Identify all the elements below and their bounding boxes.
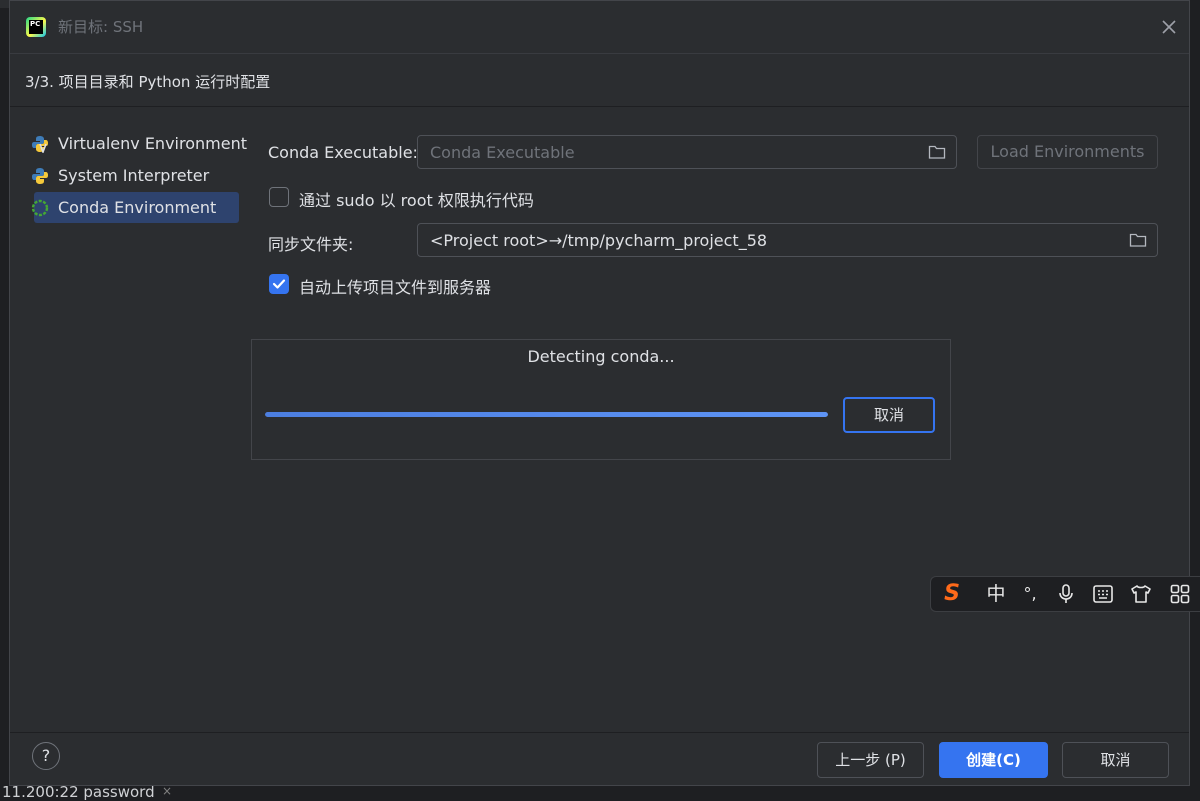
pycharm-logo-icon: PC — [26, 17, 46, 37]
checkmark-icon — [272, 279, 286, 289]
sidebar-item-label: System Interpreter — [58, 166, 210, 185]
mic-icon[interactable] — [1051, 577, 1081, 611]
conda-executable-field[interactable]: Conda Executable — [417, 135, 957, 169]
ime-punctuation-toggle[interactable]: °, — [1015, 577, 1045, 611]
dialog-footer: ? 上一步 (P) 创建(C) 取消 — [10, 732, 1189, 785]
sidebar-item-conda[interactable]: Conda Environment — [31, 192, 239, 223]
detecting-progress-panel: Detecting conda... 取消 — [251, 339, 951, 460]
progress-bar — [265, 412, 828, 417]
cancel-button[interactable]: 取消 — [1062, 742, 1169, 778]
sidebar-item-label: Conda Environment — [58, 198, 217, 217]
create-button[interactable]: 创建(C) — [939, 742, 1048, 778]
step-title: 3/3. 项目目录和 Python 运行时配置 — [25, 73, 271, 91]
conda-icon — [31, 199, 49, 217]
sync-folder-label: 同步文件夹: — [268, 235, 354, 254]
load-environments-button[interactable]: Load Environments — [977, 135, 1158, 169]
step-header: 3/3. 项目目录和 Python 运行时配置 — [10, 53, 1189, 107]
close-icon[interactable] — [1157, 15, 1181, 39]
back-button[interactable]: 上一步 (P) — [817, 742, 924, 778]
folder-icon[interactable] — [928, 144, 946, 160]
apps-icon[interactable] — [1165, 577, 1195, 611]
sync-folder-value: <Project root>→/tmp/pycharm_project_58 — [430, 231, 768, 250]
python-icon — [32, 168, 48, 184]
sidebar-item-label: Virtualenv Environment — [58, 134, 247, 153]
sidebar-item-virtualenv[interactable]: Virtualenv Environment — [32, 128, 247, 159]
sudo-checkbox[interactable] — [269, 187, 289, 207]
auto-upload-checkbox[interactable] — [269, 274, 289, 294]
ime-toolbar: S 中 °, — [930, 576, 1200, 612]
ime-logo[interactable]: S — [937, 577, 967, 611]
dialog-titlebar: PC 新目标: SSH — [10, 1, 1189, 53]
progress-bar-fill — [265, 412, 828, 417]
help-button[interactable]: ? — [32, 742, 60, 770]
ime-mode-toggle[interactable]: 中 — [981, 577, 1011, 611]
skin-icon[interactable] — [1126, 577, 1156, 611]
background-editor-edge — [1190, 0, 1200, 796]
progress-cancel-button[interactable]: 取消 — [843, 397, 935, 433]
auto-upload-label: 自动上传项目文件到服务器 — [299, 278, 492, 297]
conda-executable-placeholder: Conda Executable — [430, 143, 575, 162]
progress-status-text: Detecting conda... — [527, 347, 675, 366]
conda-executable-label: Conda Executable: — [268, 143, 418, 162]
new-target-dialog: PC 新目标: SSH 3/3. 项目目录和 Python 运行时配置 Virt… — [9, 0, 1190, 786]
sudo-checkbox-label: 通过 sudo 以 root 权限执行代码 — [299, 191, 534, 210]
sidebar-item-system-interpreter[interactable]: System Interpreter — [32, 160, 239, 191]
virtualenv-icon — [32, 136, 48, 153]
sync-folder-field[interactable]: <Project root>→/tmp/pycharm_project_58 — [417, 223, 1158, 257]
dialog-title: 新目标: SSH — [58, 18, 144, 36]
keyboard-icon[interactable] — [1088, 577, 1118, 611]
folder-icon[interactable] — [1129, 232, 1147, 248]
